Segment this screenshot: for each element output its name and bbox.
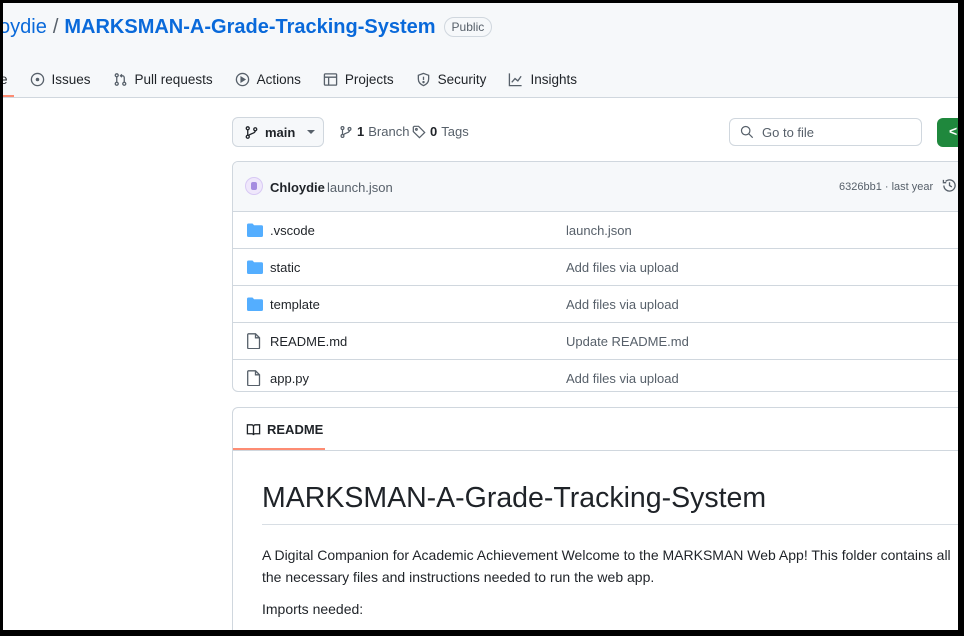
branch-count-label: Branch [368, 124, 410, 139]
tab-code[interactable]: e [3, 63, 13, 97]
file-row[interactable]: static Add files via upload [233, 249, 958, 286]
visibility-badge: Public [443, 17, 493, 37]
file-name[interactable]: .vscode [270, 223, 315, 238]
go-to-file-input[interactable]: Go to file [729, 118, 922, 146]
folder-icon [247, 260, 263, 274]
go-to-file-placeholder: Go to file [762, 124, 815, 140]
file-icon [247, 370, 261, 386]
tags-link[interactable]: 0 Tags [412, 124, 469, 139]
tab-actions[interactable]: Actions [235, 63, 301, 95]
file-commit-message[interactable]: Add files via upload [566, 297, 679, 312]
file-commit-message[interactable]: Add files via upload [566, 260, 679, 275]
folder-icon [247, 223, 263, 237]
breadcrumb-separator: / [52, 15, 59, 38]
tab-insights[interactable]: Insights [508, 63, 577, 95]
git-branch-icon [245, 125, 258, 139]
readme-panel: README MARKSMAN-A-Grade-Tracking-System … [232, 407, 958, 630]
repo-breadcrumb: oydie / MARKSMAN-A-Grade-Tracking-System… [3, 15, 493, 39]
readme-tab-label: README [267, 422, 324, 437]
file-name[interactable]: app.py [270, 371, 309, 386]
readme-title: MARKSMAN-A-Grade-Tracking-System [262, 482, 958, 525]
commit-message[interactable]: launch.json [327, 180, 393, 195]
graph-icon [509, 72, 523, 86]
search-icon [740, 125, 754, 139]
repo-owner-link[interactable]: oydie [3, 16, 47, 39]
readme-tab-underline [233, 448, 325, 450]
repo-header: oydie / MARKSMAN-A-Grade-Tracking-System… [3, 3, 958, 98]
folder-icon [247, 297, 263, 311]
browser-page: oydie / MARKSMAN-A-Grade-Tracking-System… [3, 3, 958, 630]
tab-insights-label: Insights [530, 71, 577, 87]
tag-icon [412, 125, 426, 139]
issue-opened-icon [30, 72, 44, 86]
latest-commit-bar: Chloydie launch.json 6326bb1 · last year [233, 162, 958, 212]
play-icon [235, 72, 249, 86]
repo-name-link[interactable]: MARKSMAN-A-Grade-Tracking-System [64, 16, 435, 39]
file-name[interactable]: template [270, 297, 320, 312]
tab-issues[interactable]: Issues [30, 63, 91, 95]
tab-code-label: e [3, 71, 8, 87]
readme-tab-bar: README [233, 408, 958, 451]
git-pull-request-icon [114, 72, 126, 86]
file-row[interactable]: app.py Add files via upload [233, 360, 958, 391]
branches-link[interactable]: 1 Branch [339, 124, 409, 139]
branch-selector[interactable]: main [232, 117, 324, 147]
avatar[interactable] [245, 177, 263, 195]
branch-count: 1 [357, 124, 365, 139]
file-commit-message[interactable]: Update README.md [566, 334, 689, 349]
tab-security-label: Security [437, 71, 487, 87]
tab-actions-label: Actions [256, 71, 301, 87]
readme-tab[interactable]: README [246, 422, 323, 437]
readme-paragraph: A Digital Companion for Academic Achieve… [262, 547, 951, 585]
tab-projects-label: Projects [344, 71, 394, 87]
commit-author[interactable]: Chloydie [270, 180, 325, 195]
file-name[interactable]: README.md [270, 334, 347, 349]
file-row[interactable]: .vscode launch.json [233, 212, 958, 249]
tab-security[interactable]: Security [416, 63, 487, 95]
code-button[interactable]: < [937, 118, 958, 147]
file-commit-message[interactable]: launch.json [566, 223, 632, 238]
table-icon [323, 72, 338, 86]
code-button-glyph: < [949, 123, 958, 139]
history-icon[interactable] [942, 178, 957, 193]
tab-issues-label: Issues [51, 71, 91, 87]
chevron-down-icon [307, 130, 316, 134]
readme-imports-heading: Imports needed: [262, 601, 364, 617]
shield-icon [417, 72, 429, 86]
tag-count: 0 [430, 124, 438, 139]
tab-pull-requests-label: Pull requests [134, 71, 213, 87]
file-row[interactable]: README.md Update README.md [233, 323, 958, 360]
file-row[interactable]: template Add files via upload [233, 286, 958, 323]
tag-count-label: Tags [441, 124, 469, 139]
git-branch-icon [340, 125, 352, 138]
book-icon [246, 424, 261, 436]
tab-pull-requests[interactable]: Pull requests [113, 63, 213, 95]
file-commit-message[interactable]: Add files via upload [566, 371, 679, 386]
branch-name: main [265, 124, 296, 140]
repo-nav: e Issues Pull requests Actions Projects … [3, 63, 599, 97]
file-icon [247, 333, 261, 349]
file-name[interactable]: static [270, 260, 300, 275]
commit-hash-time[interactable]: 6326bb1 · last year [839, 181, 933, 193]
file-list: .vscode launch.json static Add files via up… [233, 212, 958, 391]
tab-projects[interactable]: Projects [323, 63, 394, 95]
file-browser: Chloydie launch.json 6326bb1 · last year… [232, 161, 958, 392]
